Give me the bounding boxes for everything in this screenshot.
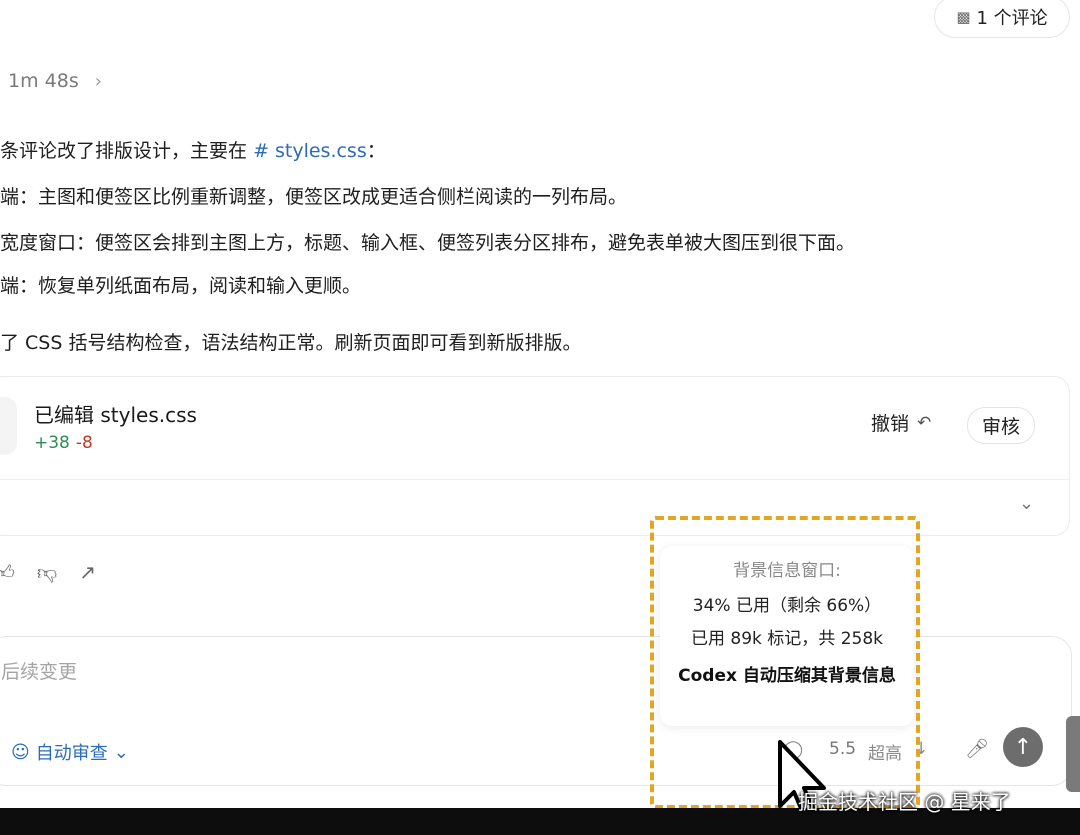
comment-icon: ▩	[956, 8, 971, 26]
duration-label: 1m 48s	[8, 70, 79, 92]
intro-suffix: ：	[366, 140, 386, 162]
card-divider	[0, 479, 1069, 480]
message-intro: 条评论改了排版设计，主要在 # styles.css：	[0, 136, 386, 163]
thumbs-up-icon[interactable]: 👍︎	[0, 560, 15, 585]
edited-file-card: 已编辑 styles.css +38 -8 撤销 ↶ 审核 ⌄	[0, 376, 1070, 536]
chevron-down-icon[interactable]: ⌄	[1019, 493, 1034, 514]
file-link-label: styles.css	[274, 140, 367, 162]
arrow-up-icon: ↑	[1013, 734, 1033, 760]
intro-text: 条评论改了排版设计，主要在	[0, 140, 248, 162]
microphone-icon[interactable]: 🎤︎	[965, 737, 989, 760]
deletions-count: -8	[75, 433, 93, 453]
share-icon[interactable]: ↗	[79, 560, 96, 585]
undo-label: 撤销	[871, 413, 910, 435]
review-icon: ☺	[11, 741, 30, 763]
auto-review-toggle[interactable]: ☺ 自动审查 ⌄	[11, 739, 129, 765]
undo-icon: ↶	[917, 412, 932, 433]
file-icon	[0, 397, 17, 455]
chevron-right-icon: ›	[94, 70, 102, 92]
comments-label: 1 个评论	[976, 8, 1048, 29]
feedback-row: 👍︎ 👎︎ ↗	[0, 560, 96, 585]
edited-file-title: 已编辑 styles.css	[34, 403, 197, 427]
review-button[interactable]: 审核	[967, 407, 1036, 444]
watermark: 掘金技术社区 @ 星来了	[798, 790, 1011, 814]
hash-icon: #	[253, 140, 269, 162]
message-line: 端：恢复单列纸面布局，阅读和输入更顺。	[0, 275, 362, 297]
diff-stats: +38 -8	[34, 433, 93, 453]
message-line: 宽度窗口：便签区会排到主图上方，标题、输入框、便签列表分区排布，避免表单被大图压…	[0, 232, 856, 254]
auto-review-label: 自动审查	[35, 743, 108, 764]
file-link-styles-css[interactable]: # styles.css	[253, 140, 367, 162]
message-summary: 了 CSS 括号结构检查，语法结构正常。刷新页面即可看到新版排版。	[0, 332, 582, 354]
undo-button[interactable]: 撤销 ↶	[871, 409, 931, 436]
scroll-handle[interactable]	[1066, 716, 1080, 792]
chevron-down-icon: ⌄	[113, 741, 129, 763]
additions-count: +38	[34, 433, 70, 453]
comments-button[interactable]: ▩ 1 个评论	[934, 0, 1070, 38]
message-line: 端：主图和便签区比例重新调整，便签区改成更适合侧栏阅读的一列布局。	[0, 186, 628, 208]
thumbs-down-icon[interactable]: 👎︎	[37, 560, 57, 585]
thinking-duration[interactable]: 1m 48s ›	[8, 70, 102, 92]
followup-input[interactable]: 后续变更	[1, 657, 77, 684]
send-button[interactable]: ↑	[1003, 727, 1043, 767]
